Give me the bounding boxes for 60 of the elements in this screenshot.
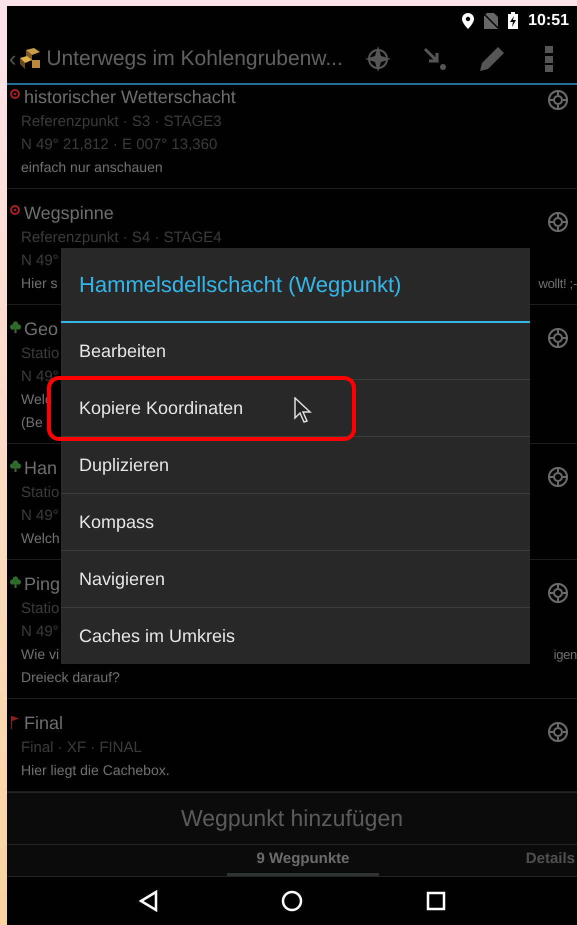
- menu-item[interactable]: Bearbeiten: [61, 323, 530, 380]
- menu-item[interactable]: Navigieren: [61, 551, 530, 608]
- waypoint-coords: N 49°: [21, 622, 59, 642]
- waypoint-desc: Wie vi: [21, 644, 60, 664]
- tree-marker-icon: [10, 576, 21, 588]
- overflow-menu-icon[interactable]: [544, 46, 552, 72]
- cache-boxes-icon: [18, 48, 42, 70]
- tree-marker-icon: [10, 320, 21, 333]
- waypoint-desc: einfach nur anschauen: [21, 158, 163, 177]
- locate-icon[interactable]: [547, 88, 569, 111]
- no-sim-icon: [484, 12, 498, 29]
- waypoint-row[interactable]: historischer Wetterschacht Referenzpunkt · S3 · STAGE3 N 49° 21,812 · E 007° 13,360 einfach nur anschauen: [7, 84, 577, 189]
- waypoint-desc: Hier s: [21, 274, 58, 293]
- waypoint-desc: igen: [554, 646, 577, 664]
- target-marker-icon: [10, 88, 20, 99]
- flag-marker-icon: [10, 714, 20, 729]
- back-chevron[interactable]: ‹: [9, 46, 16, 72]
- waypoint-meta: Statio: [21, 482, 60, 503]
- waypoint-coords: N 49°: [21, 506, 59, 526]
- waypoint-desc: Dreieck darauf?: [21, 668, 120, 687]
- waypoint-meta: Final · XF · FINAL: [21, 738, 142, 758]
- locate-icon[interactable]: [547, 582, 569, 604]
- waypoint-desc: wollt! ;-: [538, 274, 577, 293]
- waypoint-desc: (Be: [21, 412, 43, 432]
- waypoint-coords: N 49°: [21, 366, 59, 387]
- cache-title: Unterwegs im Kohlengrubenw...: [46, 47, 344, 72]
- locate-icon[interactable]: [547, 326, 569, 349]
- mouse-cursor-icon: [294, 397, 312, 423]
- locate-icon[interactable]: [547, 720, 569, 743]
- waypoint-title: Han: [23, 456, 58, 480]
- waypoint-meta: Referenzpunkt · S3 · STAGE3: [21, 112, 222, 132]
- waypoint-coords: N 49° 21,812 · E 007° 13,360: [21, 134, 218, 155]
- tab[interactable]: Details: [524, 844, 577, 876]
- arrow-to-point-icon[interactable]: [422, 47, 446, 72]
- waypoint-title: Ping: [23, 572, 60, 596]
- waypoint-meta: Statio: [21, 598, 60, 619]
- waypoint-title: Geo: [23, 318, 58, 341]
- waypoint-desc: Hier liegt die Cachebox.: [21, 760, 170, 780]
- add-waypoint-button[interactable]: Wegpunkt hinzufügen: [7, 792, 577, 844]
- waypoint-desc: Welch: [21, 528, 60, 548]
- waypoint-meta: Statio: [21, 344, 60, 364]
- waypoint-title: Final: [23, 712, 64, 735]
- locate-icon[interactable]: [547, 210, 569, 233]
- menu-item[interactable]: Kompass: [61, 494, 530, 551]
- menu-item[interactable]: Duplizieren: [61, 437, 530, 494]
- pencil-icon[interactable]: [478, 45, 506, 74]
- clock-time: 10:51: [528, 12, 569, 30]
- waypoint-meta: Referenzpunkt · S4 · STAGE4: [21, 228, 222, 248]
- tree-marker-icon: [10, 460, 21, 472]
- menu-item[interactable]: Caches im Umkreis: [61, 608, 530, 664]
- waypoint-title: Wegspinne: [23, 202, 114, 225]
- tab[interactable]: 9 Wegpunkte: [227, 844, 379, 876]
- battery-charging-icon: [508, 12, 518, 30]
- locate-icon[interactable]: [547, 466, 569, 488]
- waypoint-title: historischer Wetterschacht: [23, 86, 236, 109]
- target-marker-icon: [10, 204, 20, 215]
- location-pin-icon: [462, 12, 474, 29]
- menu-title: Hammelsdellschacht (Wegpunkt): [61, 248, 530, 323]
- waypoint-coords: N 49°: [21, 250, 59, 271]
- compass-icon[interactable]: [364, 46, 390, 72]
